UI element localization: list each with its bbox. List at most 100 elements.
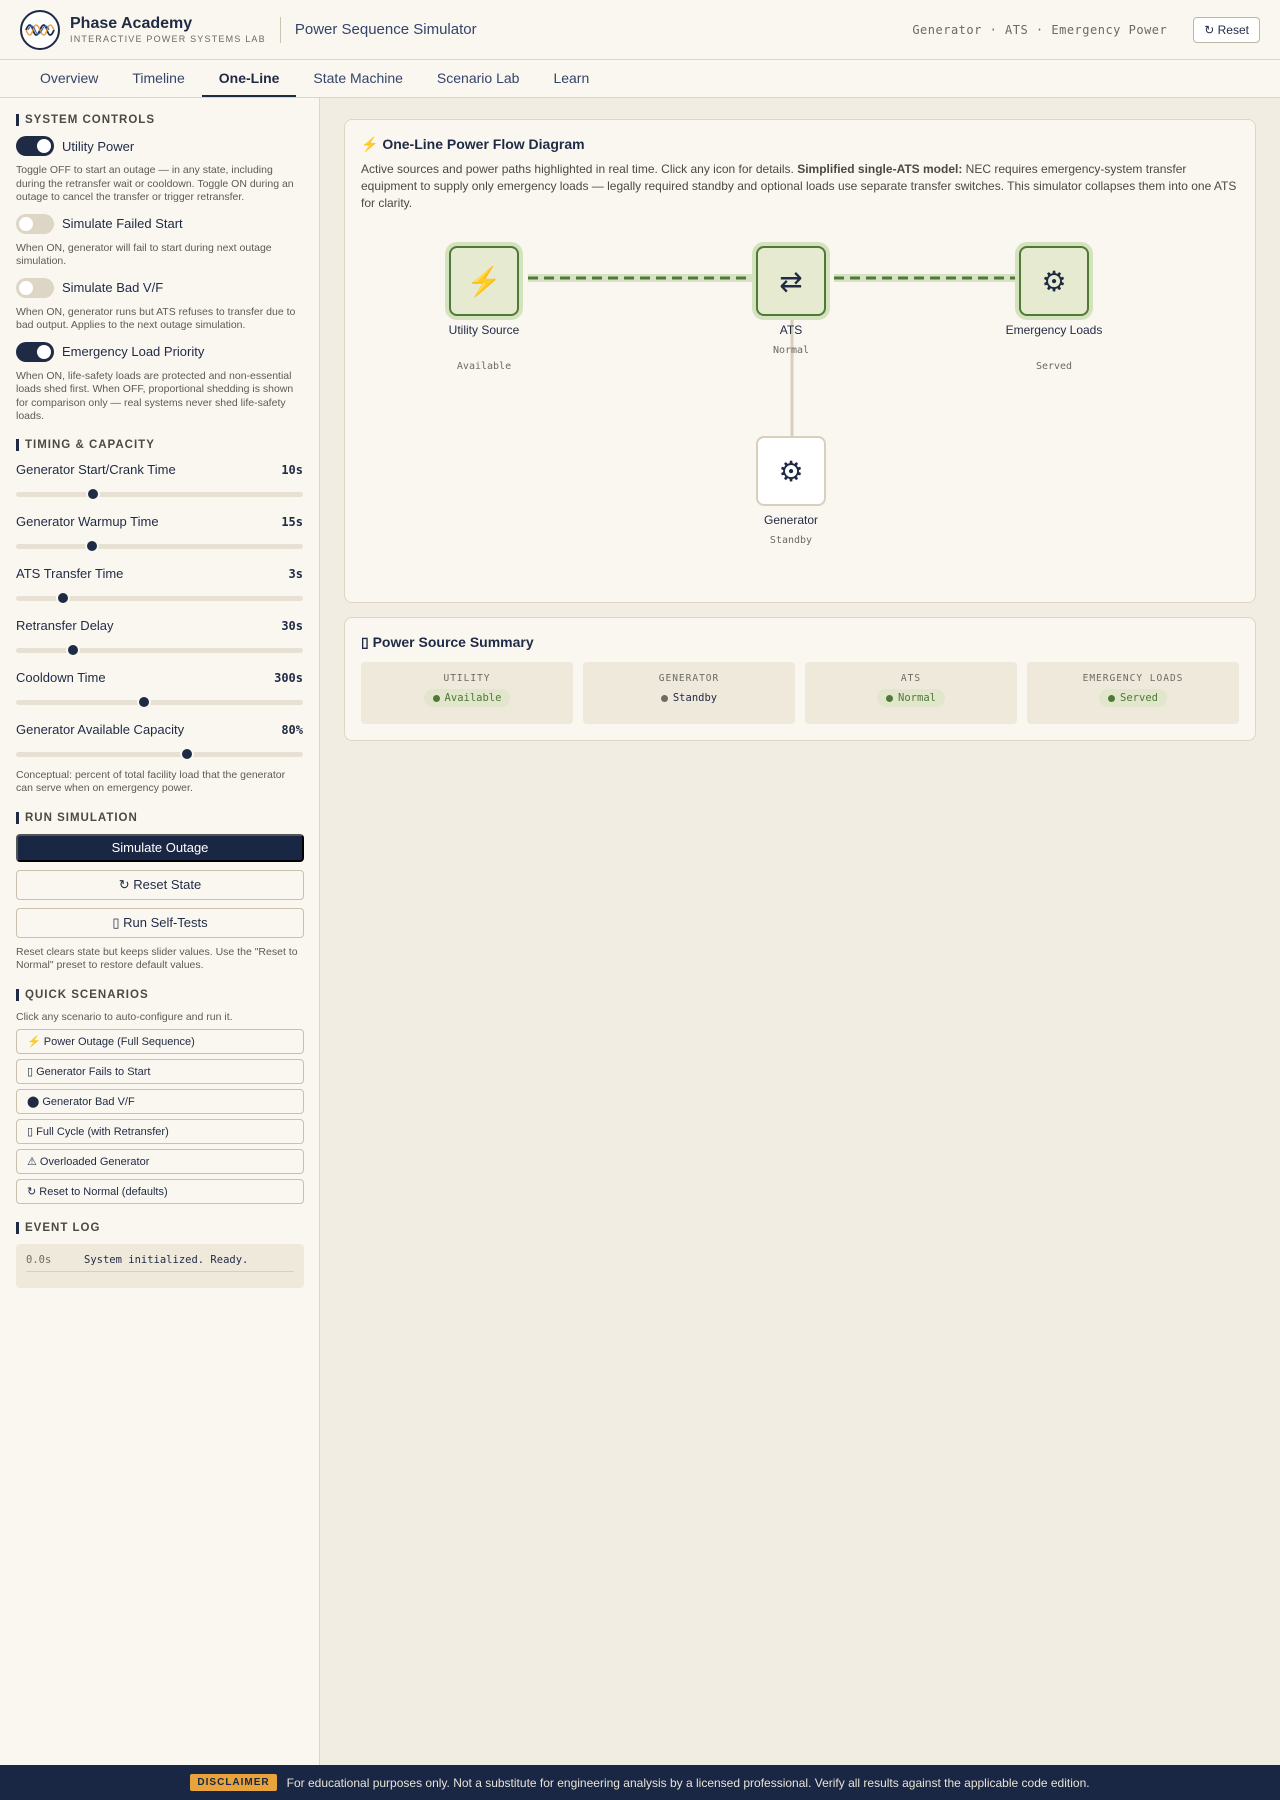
log-entry-time: 0.0s [26,1254,52,1266]
simulate-outage-button[interactable]: Simulate Outage [16,833,304,862]
timing-title: TIMING & CAPACITY [16,438,303,451]
app-header: Phase Academy INTERACTIVE POWER SYSTEMS … [0,0,1280,60]
generator-capacity-label: Generator Available Capacity [16,722,185,737]
ats-transfer-time-slider[interactable] [16,590,303,605]
cooldown-time-value: 300s [274,670,303,685]
cooldown-time-slider[interactable] [16,694,303,709]
emergency-loads-node[interactable]: ⚙ [1019,246,1089,316]
crank-time-slider[interactable] [16,486,303,501]
scenario-fails-to-start[interactable]: ▯ Generator Fails to Start [16,1059,304,1084]
retransfer-delay-slider[interactable] [16,642,303,657]
ats-transfer-time-row: ATS Transfer Time 3s [16,565,303,583]
disclaimer-badge: DISCLAIMER [190,1774,277,1791]
scenario-overloaded[interactable]: ⚠ Overloaded Generator [16,1149,304,1174]
generator-node[interactable]: ⚙ [756,436,826,506]
generator-status: Standby [769,535,813,546]
tab-scenario-lab[interactable]: Scenario Lab [420,60,537,97]
utility-power-toggle[interactable] [16,136,54,156]
scenario-power-outage[interactable]: ⚡ Power Outage (Full Sequence) [16,1029,304,1054]
event-log: 0.0s System initialized. Ready. [16,1244,304,1288]
summary-utility-status: Available [444,692,502,704]
failed-start-label: Simulate Failed Start [62,216,183,231]
summary-ats: ATS Normal [805,662,1017,724]
bad-vf-label: Simulate Bad V/F [62,280,164,295]
generator-capacity-slider-thumb[interactable] [179,746,194,761]
utility-source-node[interactable]: ⚡ [449,246,519,316]
utility-power-label: Utility Power [62,138,135,154]
summary-generator-label: GENERATOR [658,673,720,684]
retransfer-delay-slider-thumb[interactable] [66,642,81,657]
bad-vf-help: When ON, generator runs but ATS refuses … [16,305,296,332]
cooldown-time-slider-thumb[interactable] [136,694,151,709]
cooldown-time-label: Cooldown Time [16,670,106,685]
bad-vf-toggle[interactable] [16,277,54,298]
retransfer-delay-value: 30s [281,618,303,633]
scenario-full-cycle[interactable]: ▯ Full Cycle (with Retransfer) [16,1119,304,1144]
cooldown-time-row: Cooldown Time 300s [16,669,303,687]
warmup-time-value: 15s [281,514,303,529]
run-simulation-title: RUN SIMULATION [16,811,303,824]
tab-timeline[interactable]: Timeline [115,60,201,97]
generator-capacity-value: 80% [281,722,303,737]
ats-node[interactable]: ⇄ [756,246,826,316]
generator-label: Generator [763,513,819,527]
retransfer-delay-row: Retransfer Delay 30s [16,617,303,635]
system-controls-title: SYSTEM CONTROLS [16,114,303,126]
lightning-icon: ⚡ [466,265,502,297]
failed-start-help: When ON, generator will fail to start du… [16,241,272,268]
run-self-tests-button[interactable]: ▯ Run Self-Tests [16,907,304,938]
summary-ats-status: Normal [898,692,936,704]
summary-utility: UTILITY Available [361,662,573,724]
emergency-loads-label: Emergency Loads [1005,323,1103,337]
emergency-loads-status: Served [1035,361,1073,372]
one-line-diagram-card: ⚡ One-Line Power Flow Diagram Active sou… [344,119,1256,603]
log-entry-message: System initialized. Ready. [84,1254,249,1266]
summary-loads-status: Served [1120,692,1158,704]
disclaimer-text: For educational purposes only. Not a sub… [286,1775,1090,1790]
load-priority-toggle[interactable] [16,341,54,362]
summary-utility-label: UTILITY [443,673,491,684]
brand-name: Phase Academy [70,15,193,32]
ats-label: ATS [779,323,803,337]
ats-transfer-time-slider-thumb[interactable] [56,590,71,605]
tab-overview[interactable]: Overview [23,60,115,97]
crank-time-label: Generator Start/Crank Time [16,462,176,477]
generator-capacity-slider[interactable] [16,746,303,761]
status-badge: Normal [877,689,945,707]
summary-loads-label: EMERGENCY LOADS [1082,673,1184,684]
status-badge: Available [423,689,511,707]
load-priority-label: Emergency Load Priority [62,344,205,359]
summary-emergency-loads: EMERGENCY LOADS Served [1027,662,1239,724]
event-log-title: EVENT LOG [16,1222,303,1234]
status-badge: Standby [652,689,726,707]
log-entry: 0.0s System initialized. Ready. [26,1254,294,1272]
app-title: Power Sequence Simulator [294,21,477,38]
summary-title: ▯ Power Source Summary [361,634,534,650]
retransfer-delay-label: Retransfer Delay [16,618,114,633]
summary-ats-label: ATS [900,673,922,684]
scenario-reset-normal[interactable]: ↻ Reset to Normal (defaults) [16,1179,304,1204]
phase-academy-logo [20,9,60,50]
warmup-time-slider-thumb[interactable] [85,538,100,553]
reset-state-button[interactable]: ↻ Reset State [16,869,304,900]
scenario-bad-vf[interactable]: ⬤ Generator Bad V/F [16,1089,304,1114]
run-help: Reset clears state but keeps slider valu… [16,945,298,972]
brand-subtitle: INTERACTIVE POWER SYSTEMS LAB [70,34,266,44]
status-badge: Served [1099,689,1167,707]
crank-time-slider-thumb[interactable] [86,486,101,501]
warmup-time-slider[interactable] [16,538,303,553]
tab-state-machine[interactable]: State Machine [296,60,420,97]
tab-learn[interactable]: Learn [536,60,606,97]
header-breadcrumb: Generator · ATS · Emergency Power [912,22,1168,37]
ats-status: Normal [772,345,810,356]
header-reset-button[interactable]: ↻ Reset [1193,16,1260,43]
crank-time-row: Generator Start/Crank Time 10s [16,461,303,479]
warmup-time-row: Generator Warmup Time 15s [16,513,303,531]
quick-scenarios-title: QUICK SCENARIOS [16,988,303,1001]
tab-one-line[interactable]: One-Line [201,60,297,97]
disclaimer-footer: DISCLAIMER For educational purposes only… [0,1765,1280,1800]
power-source-summary-card: ▯ Power Source Summary UTILITY Available… [344,617,1256,741]
failed-start-toggle[interactable] [16,213,54,234]
transfer-arrows-icon: ⇄ [779,265,803,297]
gear-icon: ⚙ [1041,265,1067,297]
